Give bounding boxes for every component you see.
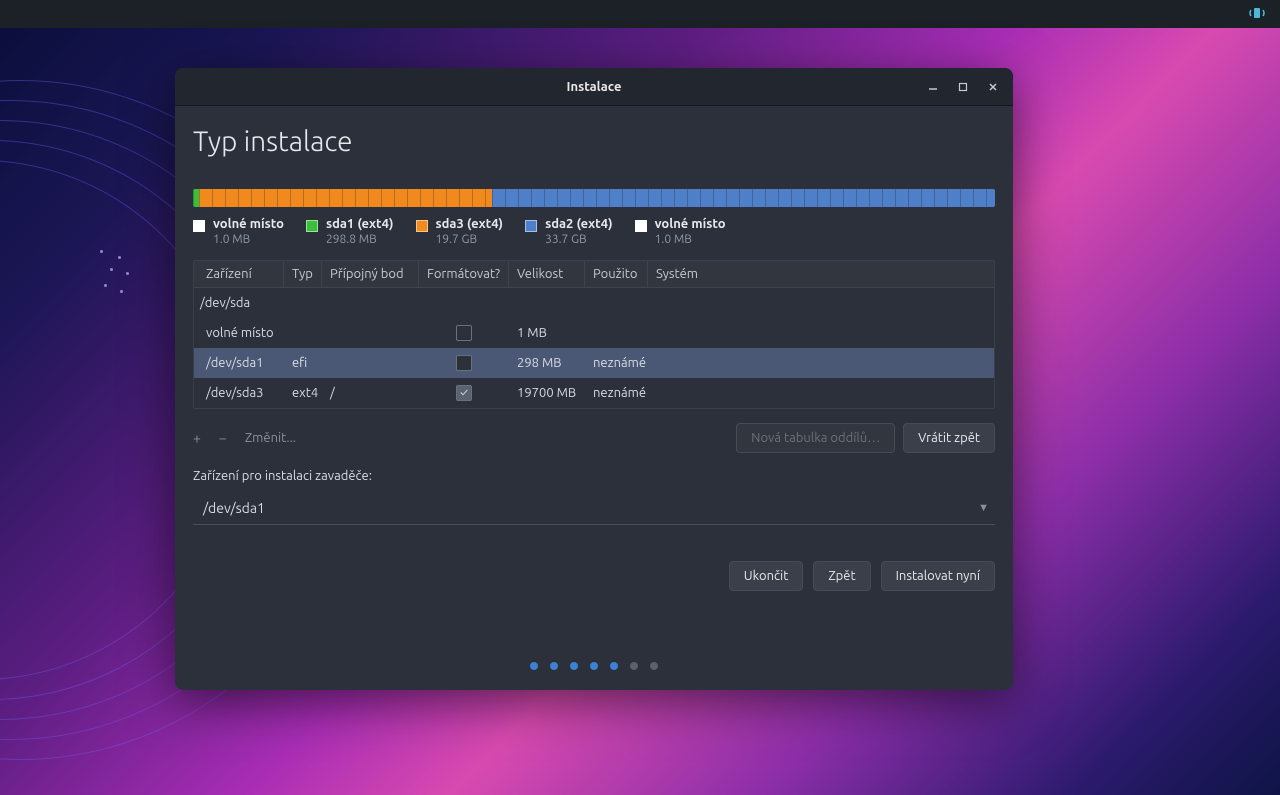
- disk-legend: volné místo 1.0 MB sda1 (ext4) 298.8 MB sda3…: [193, 217, 995, 246]
- legend-swatch: [635, 220, 647, 232]
- th-type[interactable]: Typ: [284, 261, 322, 287]
- legend-item: sda1 (ext4) 298.8 MB: [306, 217, 394, 246]
- legend-size: 1.0 MB: [655, 233, 726, 246]
- close-button[interactable]: [981, 75, 1005, 99]
- th-format[interactable]: Formátovat?: [419, 261, 509, 287]
- legend-size: 33.7 GB: [545, 233, 613, 246]
- format-checkbox[interactable]: [456, 355, 472, 371]
- legend-item: volné místo 1.0 MB: [635, 217, 726, 246]
- revert-button[interactable]: Vrátit zpět: [903, 423, 995, 453]
- table-row[interactable]: /dev/sda3ext4/ ✓ 19700 MBneznámé: [194, 378, 994, 408]
- window-title: Instalace: [567, 80, 622, 94]
- disk-segment: [199, 189, 492, 207]
- add-partition-button[interactable]: +: [193, 430, 201, 446]
- pager-dot[interactable]: [550, 662, 558, 670]
- cell-mount: /: [322, 386, 419, 400]
- cell-device: /dev/sda1: [194, 356, 284, 370]
- remove-partition-button[interactable]: −: [219, 430, 227, 446]
- cell-format: [419, 355, 509, 371]
- legend-name: volné místo: [655, 217, 726, 231]
- format-checkbox[interactable]: ✓: [456, 385, 472, 401]
- cell-device: volné místo: [194, 326, 284, 340]
- cell-device: /dev/sda3: [194, 386, 284, 400]
- disk-segment: [492, 189, 995, 207]
- chevron-down-icon: ▼: [978, 502, 989, 514]
- table-row[interactable]: volné místo 1 MB: [194, 318, 994, 348]
- back-button[interactable]: Zpět: [813, 561, 870, 591]
- new-partition-table-button[interactable]: Nová tabulka oddílů…: [736, 423, 895, 453]
- table-row[interactable]: /dev/sda1efi 298 MBneznámé: [194, 348, 994, 378]
- cell-size: 298 MB: [509, 356, 585, 370]
- pager-dot[interactable]: [610, 662, 618, 670]
- quit-button[interactable]: Ukončit: [729, 561, 804, 591]
- titlebar[interactable]: Instalace: [175, 68, 1013, 106]
- installer-window: Instalace Typ instalace volné místo 1.0 M…: [175, 68, 1013, 690]
- legend-swatch: [193, 220, 205, 232]
- th-device[interactable]: Zařízení: [194, 261, 284, 287]
- th-system[interactable]: Systém: [648, 261, 994, 287]
- legend-item: volné místo 1.0 MB: [193, 217, 284, 246]
- table-header: Zařízení Typ Přípojný bod Formátovat? Ve…: [194, 261, 994, 288]
- change-partition-button[interactable]: Změnit...: [245, 431, 296, 445]
- cell-used: neznámé: [585, 356, 648, 370]
- cell-type: efi: [284, 356, 322, 370]
- th-used[interactable]: Použito: [585, 261, 648, 287]
- legend-item: sda3 (ext4) 19.7 GB: [416, 217, 504, 246]
- table-group-row[interactable]: /dev/sda: [194, 288, 994, 318]
- legend-swatch: [525, 220, 537, 232]
- top-panel: [0, 0, 1280, 28]
- cell-used: neznámé: [585, 386, 648, 400]
- legend-size: 1.0 MB: [213, 233, 284, 246]
- legend-swatch: [416, 220, 428, 232]
- legend-size: 298.8 MB: [326, 233, 394, 246]
- cell-format: [419, 325, 509, 341]
- legend-name: volné místo: [213, 217, 284, 231]
- pager-dot[interactable]: [650, 662, 658, 670]
- bootloader-device-value: /dev/sda1: [203, 500, 265, 516]
- page-title: Typ instalace: [193, 126, 995, 157]
- legend-name: sda2 (ext4): [545, 217, 613, 231]
- minimize-button[interactable]: [921, 75, 945, 99]
- pager-dot[interactable]: [630, 662, 638, 670]
- maximize-button[interactable]: [951, 75, 975, 99]
- network-tray-icon[interactable]: [1248, 6, 1266, 23]
- disk-usage-bar: [193, 189, 995, 207]
- install-now-button[interactable]: Instalovat nyní: [881, 561, 995, 591]
- cell-format: ✓: [419, 385, 509, 401]
- format-checkbox[interactable]: [456, 325, 472, 341]
- pager-dot[interactable]: [530, 662, 538, 670]
- cell-size: 1 MB: [509, 326, 585, 340]
- pager-dot[interactable]: [570, 662, 578, 670]
- legend-name: sda3 (ext4): [436, 217, 504, 231]
- legend-name: sda1 (ext4): [326, 217, 394, 231]
- step-pager: [193, 636, 995, 690]
- legend-swatch: [306, 220, 318, 232]
- bootloader-device-select[interactable]: /dev/sda1 ▼: [193, 491, 995, 525]
- cell-type: ext4: [284, 386, 322, 400]
- cell-size: 19700 MB: [509, 386, 585, 400]
- partition-table[interactable]: Zařízení Typ Přípojný bod Formátovat? Ve…: [193, 260, 995, 409]
- bootloader-label: Zařízení pro instalaci zavaděče:: [193, 469, 995, 483]
- legend-size: 19.7 GB: [436, 233, 504, 246]
- th-mount[interactable]: Přípojný bod: [322, 261, 419, 287]
- th-size[interactable]: Velikost: [509, 261, 585, 287]
- legend-item: sda2 (ext4) 33.7 GB: [525, 217, 613, 246]
- pager-dot[interactable]: [590, 662, 598, 670]
